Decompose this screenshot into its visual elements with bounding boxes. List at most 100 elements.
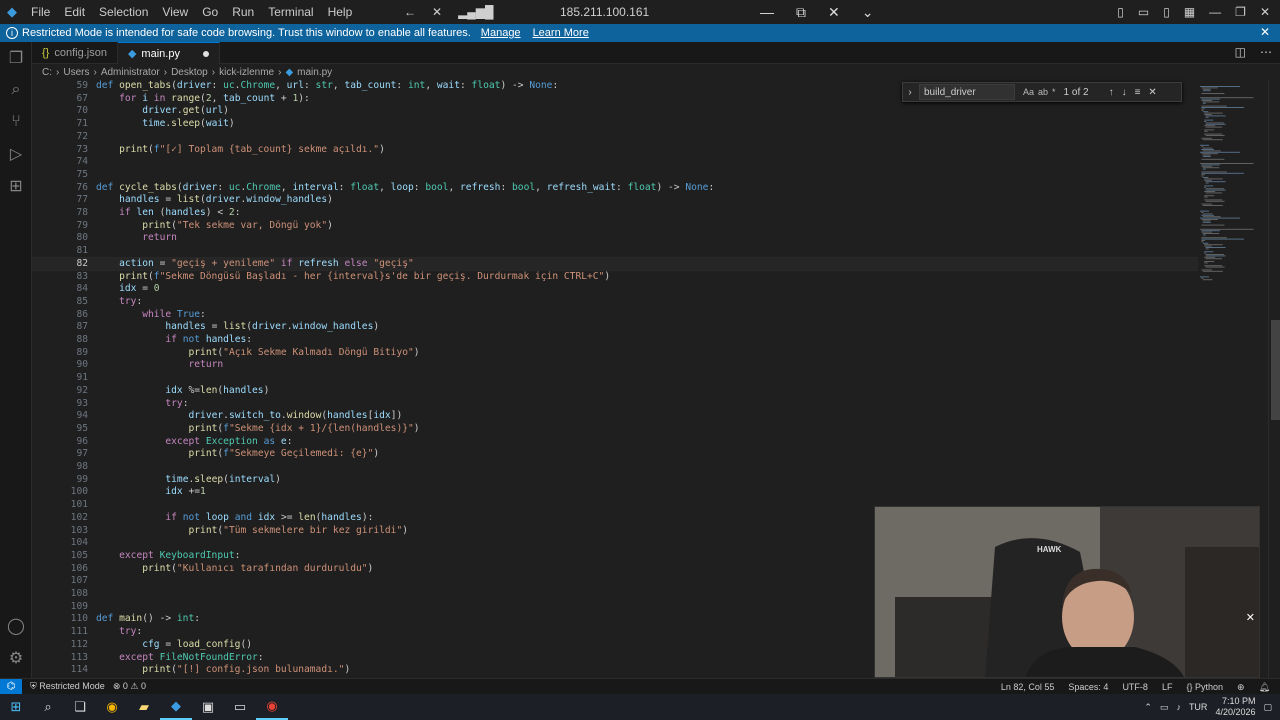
indentation[interactable]: Spaces: 4	[1068, 682, 1108, 692]
breadcrumb-item[interactable]: C:	[42, 67, 52, 78]
unsaved-dot-icon[interactable]	[202, 50, 209, 57]
notification-icon[interactable]: ▢	[1263, 702, 1272, 713]
code-line[interactable]: 88 if not handles:	[32, 334, 1198, 347]
code-line[interactable]: 70 driver.get(url)	[32, 105, 1198, 118]
layout-panel-icon[interactable]: ▭	[1138, 5, 1149, 19]
code-line[interactable]: 77 handles = list(driver.window_handles)	[32, 194, 1198, 207]
code-line[interactable]: 75	[32, 169, 1198, 182]
manage-link[interactable]: Manage	[481, 27, 521, 39]
code-line[interactable]: 86 while True:	[32, 309, 1198, 322]
close-icon[interactable]: ✕	[828, 4, 840, 21]
find-input[interactable]: build_driver	[919, 84, 1015, 100]
volume-icon[interactable]: ♪	[1176, 702, 1181, 712]
run-debug-icon[interactable]: ▷	[0, 138, 32, 170]
taskbar-search-icon[interactable]: ⌕	[32, 694, 64, 720]
code-line[interactable]: 83 print(f"Sekme Döngüsü Başladı - her {…	[32, 271, 1198, 284]
code-line[interactable]: 82 action = "geçiş + yenileme" if refres…	[32, 256, 1198, 272]
menu-selection[interactable]: Selection	[99, 5, 148, 19]
file-explorer-icon[interactable]: ▰	[128, 694, 160, 720]
code-line[interactable]: 90 return	[32, 359, 1198, 372]
menu-help[interactable]: Help	[328, 5, 353, 19]
code-line[interactable]: 98	[32, 461, 1198, 474]
cursor-position[interactable]: Ln 82, Col 55	[1001, 682, 1055, 692]
banner-close-icon[interactable]: ✕	[1260, 25, 1270, 39]
windows-start-icon[interactable]: ⊞	[0, 694, 32, 720]
extensions-icon[interactable]: ⊞	[0, 170, 32, 202]
settings-gear-icon[interactable]: ⚙	[0, 642, 32, 674]
code-line[interactable]: 81	[32, 245, 1198, 258]
toggle-replace-icon[interactable]: ›	[903, 87, 917, 98]
code-line[interactable]: 71 time.sleep(wait)	[32, 118, 1198, 131]
explorer-icon[interactable]: ❐	[0, 42, 32, 74]
arrow-left-icon[interactable]: ←	[404, 5, 416, 19]
vscode-taskbar-icon[interactable]: ◆	[160, 694, 192, 720]
source-control-icon[interactable]: ⑂	[0, 106, 32, 138]
code-line[interactable]: 93 try:	[32, 398, 1198, 411]
tab-config-json[interactable]: {} config.json	[32, 42, 118, 64]
breadcrumb-item[interactable]: Desktop	[171, 67, 208, 78]
code-line[interactable]: 76 def cycle_tabs(driver: uc.Chrome, inte…	[32, 182, 1198, 195]
layout-sidebar-icon[interactable]: ▯	[1117, 5, 1124, 19]
menu-terminal[interactable]: Terminal	[268, 5, 313, 19]
next-match-icon[interactable]: ↓	[1122, 87, 1127, 98]
code-line[interactable]: 80 return	[32, 232, 1198, 245]
task-view-icon[interactable]: ❏	[64, 694, 96, 720]
language-mode[interactable]: {} Python	[1186, 682, 1223, 692]
code-line[interactable]: 91	[32, 372, 1198, 385]
code-line[interactable]: 94 driver.switch_to.window(handles[idx])	[32, 410, 1198, 423]
breadcrumb-item[interactable]: Administrator	[101, 67, 160, 78]
terminal-icon[interactable]: ▭	[224, 694, 256, 720]
window-minimize-icon[interactable]: —	[1209, 5, 1221, 19]
tray-chevron-icon[interactable]: ⌃	[1144, 702, 1152, 713]
previous-match-icon[interactable]: ↑	[1109, 87, 1114, 98]
scrollbar-thumb[interactable]	[1271, 320, 1280, 420]
code-line[interactable]: 97 print(f"Sekmeye Geçilemedi: {e}")	[32, 448, 1198, 461]
unpin-icon[interactable]: ✕	[432, 5, 442, 19]
end-of-line[interactable]: LF	[1162, 682, 1173, 692]
tab-main-py[interactable]: ◆ main.py	[117, 42, 220, 64]
window-close-icon[interactable]: ✕	[1260, 5, 1270, 19]
network-icon[interactable]: ▭	[1160, 702, 1169, 713]
code-line[interactable]: 73 print(f"[✓] Toplam {tab_count} sekme …	[32, 144, 1198, 157]
notifications-bell-icon[interactable]: 🔔︎	[1259, 682, 1270, 693]
restricted-mode-status[interactable]: ⛨ Restricted Mode	[30, 681, 105, 692]
match-whole-word-icon[interactable]: ab	[1038, 87, 1048, 97]
breadcrumb-item[interactable]: main.py	[297, 67, 332, 78]
account-icon[interactable]: ◯	[0, 610, 32, 642]
window-restore-icon[interactable]: ❐	[1235, 5, 1246, 19]
code-line[interactable]: 99 time.sleep(interval)	[32, 474, 1198, 487]
menu-run[interactable]: Run	[232, 5, 254, 19]
signal-bars-icon[interactable]: ▂▄▆█	[458, 5, 493, 19]
code-line[interactable]: 95 print(f"Sekme {idx + 1}/{len(handles)…	[32, 423, 1198, 436]
breadcrumb-item[interactable]: Users	[63, 67, 89, 78]
language-indicator[interactable]: TUR	[1189, 702, 1208, 712]
minimize-icon[interactable]: —	[760, 4, 774, 20]
regex-icon[interactable]: *	[1052, 87, 1056, 97]
find-in-selection-icon[interactable]: ≡	[1135, 87, 1141, 98]
split-editor-icon[interactable]: ◫	[1235, 45, 1246, 59]
code-line[interactable]: 74	[32, 156, 1198, 169]
code-line[interactable]: 100 idx +=1	[32, 486, 1198, 499]
chrome-window-icon[interactable]: ◉	[256, 694, 288, 720]
code-line[interactable]: 79 print("Tek sekme var, Döngü yok")	[32, 220, 1198, 233]
problems-status[interactable]: ⊗ 0 ⚠ 0	[113, 681, 146, 692]
close-find-icon[interactable]: ✕	[1148, 87, 1156, 98]
code-line[interactable]: 96 except Exception as e:	[32, 436, 1198, 449]
breadcrumb-item[interactable]: kick-izlenme	[219, 67, 274, 78]
layout-secondary-icon[interactable]: ▯	[1163, 5, 1170, 19]
layout-customize-icon[interactable]: ▦	[1184, 5, 1195, 19]
vertical-scrollbar[interactable]	[1268, 80, 1280, 678]
menu-file[interactable]: File	[31, 5, 50, 19]
server-manager-icon[interactable]: ▣	[192, 694, 224, 720]
close-overlay-icon[interactable]: ✕	[1246, 611, 1255, 624]
encoding[interactable]: UTF-8	[1122, 682, 1148, 692]
copilot-icon[interactable]: ⊕	[1237, 682, 1245, 693]
code-line[interactable]: 72	[32, 131, 1198, 144]
code-line[interactable]: 89 print("Açık Sekme Kalmadı Döngü Bitiy…	[32, 347, 1198, 360]
restore-icon[interactable]: ⧉	[796, 4, 806, 21]
menu-edit[interactable]: Edit	[64, 5, 85, 19]
chrome-icon[interactable]: ◉	[96, 694, 128, 720]
clock[interactable]: 7:10 PM 4/20/2026	[1215, 696, 1255, 718]
more-actions-icon[interactable]: ⋯	[1260, 45, 1272, 59]
code-line[interactable]: 87 handles = list(driver.window_handles)	[32, 321, 1198, 334]
